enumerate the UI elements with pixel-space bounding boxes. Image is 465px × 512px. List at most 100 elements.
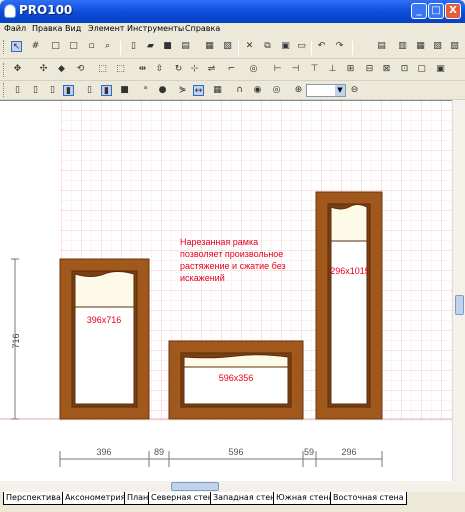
view3-icon[interactable]: ▦: [415, 41, 426, 52]
grid-icon[interactable]: ▦: [212, 85, 223, 96]
align-icon[interactable]: ⊹: [189, 64, 200, 75]
size3-icon[interactable]: ⊡: [399, 64, 410, 75]
drawing-svg: 716 396 89 596 59 296 396x716 596x356 29…: [0, 101, 452, 467]
toolbar-view: ▯ ▯ ▯ ▮ ▯ ▮ ■ ᵃ ● ⋟ ↔ ▦ ∩ ◉ ◎ ⊕ ⊖: [0, 81, 465, 100]
corner-icon[interactable]: ⌐: [226, 64, 237, 75]
export-icon[interactable]: ▤: [180, 41, 191, 52]
window-title: PRO100: [19, 3, 73, 17]
frame-select2-icon[interactable]: ⬚: [115, 64, 126, 75]
magnet-icon[interactable]: ∩: [234, 85, 245, 96]
redo-icon[interactable]: ↷: [334, 41, 345, 52]
rect-select3-icon[interactable]: ▫: [86, 41, 97, 52]
menu-file[interactable]: Файл: [4, 24, 26, 33]
align-top-icon[interactable]: ⊤: [309, 64, 320, 75]
chevron-down-icon[interactable]: ▼: [335, 85, 345, 96]
fill-icon[interactable]: ◆: [56, 64, 67, 75]
align-bottom-icon[interactable]: ⊥: [327, 64, 338, 75]
menu-view[interactable]: Вид: [65, 24, 81, 33]
frame-select-icon[interactable]: ⬚: [97, 64, 108, 75]
menu-tools[interactable]: Инструменты: [127, 24, 184, 33]
save-icon[interactable]: ■: [162, 41, 173, 52]
cabinet-door-1[interactable]: [59, 258, 150, 420]
cabinet-door-3[interactable]: [315, 191, 383, 420]
view2-icon[interactable]: ▥: [397, 41, 408, 52]
size5-icon[interactable]: ▣: [435, 64, 446, 75]
delete-icon[interactable]: ▭: [296, 41, 307, 52]
grid-tool-icon[interactable]: #: [30, 41, 41, 52]
move-axis-icon[interactable]: ✣: [38, 64, 49, 75]
toolbar-grip[interactable]: [3, 83, 6, 97]
toolbar-grip[interactable]: [3, 63, 6, 77]
undo-icon[interactable]: ↶: [316, 41, 327, 52]
rotate-icon[interactable]: ⟲: [75, 64, 86, 75]
horizontal-scrollbar[interactable]: [0, 481, 465, 492]
tab-east-wall[interactable]: Восточная стена: [330, 492, 407, 505]
paste-icon[interactable]: ▣: [280, 41, 291, 52]
height-dim-label: 716: [11, 333, 21, 348]
zoom-select[interactable]: ▼: [306, 84, 346, 97]
label-icon[interactable]: ᵃ: [140, 85, 151, 96]
size2-icon[interactable]: ⊠: [381, 64, 392, 75]
vertical-scrollbar[interactable]: [452, 100, 465, 481]
size-icon[interactable]: ⊟: [364, 64, 375, 75]
horizontal-scroll-thumb[interactable]: [171, 482, 219, 491]
panel-label-3: 296x1015: [330, 266, 370, 276]
zoom-out-icon[interactable]: ⊖: [349, 85, 360, 96]
rect-select2-icon[interactable]: □: [68, 41, 79, 52]
view-box-icon[interactable]: ▯: [84, 85, 95, 96]
open-folder-icon[interactable]: ▰: [145, 41, 156, 52]
drawing-canvas[interactable]: 716 396 89 596 59 296 396x716 596x356 29…: [0, 100, 452, 481]
light-icon[interactable]: ●: [157, 85, 168, 96]
print-preview-icon[interactable]: ▧: [222, 41, 233, 52]
tab-south-wall[interactable]: Южная стена: [273, 492, 337, 505]
rect-select-icon[interactable]: □: [50, 41, 61, 52]
print-icon[interactable]: ▦: [204, 41, 215, 52]
rotate-cw-icon[interactable]: ↻: [173, 64, 184, 75]
size4-icon[interactable]: ▢: [416, 64, 427, 75]
mirror-h-icon[interactable]: ⇹: [137, 64, 148, 75]
align-center-icon[interactable]: ⊣: [290, 64, 301, 75]
view-shade-icon[interactable]: ▯: [47, 85, 58, 96]
view4-icon[interactable]: ▧: [432, 41, 443, 52]
toolbar-grip[interactable]: [3, 40, 6, 54]
move-icon[interactable]: ✥: [12, 64, 23, 75]
close-button[interactable]: X: [445, 3, 461, 19]
menu-help[interactable]: Справка: [185, 24, 220, 33]
target2-icon[interactable]: ◎: [271, 85, 282, 96]
toolbar-main: ↖ # □ □ ▫ ⌕ ▯ ▰ ■ ▤ ▦ ▧ ✕ ⧉ ▣ ▭ ↶ ↷ ▤ ▥ …: [0, 37, 465, 59]
title-bar: PRO100 _ □ X: [0, 0, 465, 23]
target-icon[interactable]: ◎: [248, 64, 259, 75]
dim-label-2: 89: [154, 447, 164, 457]
view-texture-icon[interactable]: ▮: [63, 85, 74, 96]
cut-icon[interactable]: ✕: [244, 41, 255, 52]
zoom-in-icon[interactable]: ⊕: [293, 85, 304, 96]
zoom-select-icon[interactable]: ⌕: [102, 41, 113, 52]
dim-label-3: 596: [228, 447, 243, 457]
dim-label-5: 296: [341, 447, 356, 457]
mirror-v-icon[interactable]: ⇳: [154, 64, 165, 75]
view-wire-icon[interactable]: ▯: [12, 85, 23, 96]
vertical-scroll-thumb[interactable]: [455, 295, 464, 315]
view-box2-icon[interactable]: ▮: [101, 85, 112, 96]
layers-icon[interactable]: ⋟: [177, 85, 188, 96]
toolbar-transform: ✥ ✣ ◆ ⟲ ⬚ ⬚ ⇹ ⇳ ↻ ⊹ ⇌ ⌐ ◎ ⊢ ⊣ ⊤ ⊥ ⊞ ⊟ ⊠ …: [0, 60, 465, 81]
menu-edit[interactable]: Правка: [32, 24, 62, 33]
view-color-icon[interactable]: ■: [119, 85, 130, 96]
copy-icon[interactable]: ⧉: [262, 41, 273, 52]
distribute-icon[interactable]: ⊞: [345, 64, 356, 75]
flip-icon[interactable]: ⇌: [206, 64, 217, 75]
menu-element[interactable]: Элемент: [88, 24, 124, 33]
view-solid-icon[interactable]: ▯: [30, 85, 41, 96]
view1-icon[interactable]: ▤: [376, 41, 387, 52]
menu-bar: Файл Правка Вид Элемент Инструменты Спра…: [0, 23, 465, 36]
select-tool-icon[interactable]: ↖: [11, 41, 22, 52]
minimize-button[interactable]: _: [411, 3, 427, 19]
tab-axonometry[interactable]: Аксонометрия: [62, 492, 129, 505]
globe-icon[interactable]: ◉: [252, 85, 263, 96]
new-file-icon[interactable]: ▯: [128, 41, 139, 52]
tab-perspective[interactable]: Перспектива: [3, 492, 64, 505]
align-left-icon[interactable]: ⊢: [272, 64, 283, 75]
dimensions-icon[interactable]: ↔: [193, 85, 204, 96]
maximize-button[interactable]: □: [428, 3, 444, 19]
view5-icon[interactable]: ▨: [449, 41, 460, 52]
